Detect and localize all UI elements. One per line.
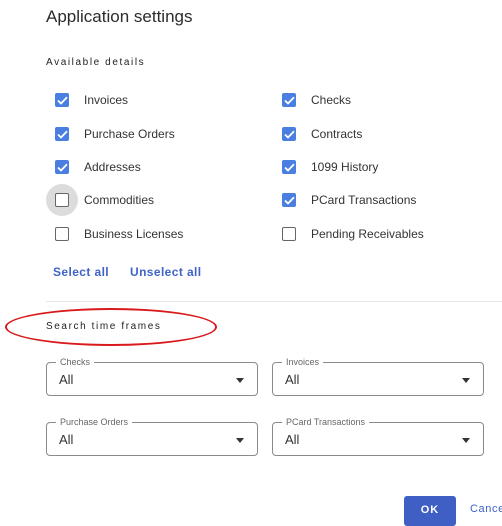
dropdown-arrow-icon xyxy=(236,438,244,443)
dropdown-arrow-icon xyxy=(462,438,470,443)
select-all-button[interactable]: Select all xyxy=(53,265,109,279)
checkbox-checked-icon[interactable] xyxy=(282,127,296,141)
checkbox-label: Addresses xyxy=(84,160,141,174)
checkbox-invoices[interactable]: Invoices xyxy=(55,90,128,110)
select-value: All xyxy=(59,432,74,447)
available-details-heading: Available details xyxy=(46,57,146,68)
select-value: All xyxy=(59,372,74,387)
select-value: All xyxy=(285,372,300,387)
checkbox-unchecked-icon[interactable] xyxy=(55,227,69,241)
select-label: Checks xyxy=(56,356,95,368)
invoices-timeframe-select[interactable]: Invoices All xyxy=(272,356,484,396)
checkbox-checked-icon[interactable] xyxy=(55,127,69,141)
checkbox-label: Contracts xyxy=(311,127,363,141)
checkbox-commodities[interactable]: Commodities xyxy=(55,190,154,210)
checkbox-unchecked-icon[interactable] xyxy=(55,193,69,207)
checks-timeframe-select[interactable]: Checks All xyxy=(46,356,258,396)
checkbox-label: Purchase Orders xyxy=(84,127,175,141)
checkbox-label: Pending Receivables xyxy=(311,227,424,241)
checkbox-label: PCard Transactions xyxy=(311,193,417,207)
section-divider xyxy=(46,301,502,302)
checkbox-label: Checks xyxy=(311,93,352,107)
checkbox-checked-icon[interactable] xyxy=(55,160,69,174)
checkbox-pcard-transactions[interactable]: PCard Transactions xyxy=(282,190,416,210)
checkbox-business-licenses[interactable]: Business Licenses xyxy=(55,224,183,244)
checkbox-pending-receivables[interactable]: Pending Receivables xyxy=(282,224,424,244)
dropdown-arrow-icon xyxy=(462,378,470,383)
checkbox-contracts[interactable]: Contracts xyxy=(282,124,362,144)
checkbox-label: 1099 History xyxy=(311,160,379,174)
select-value: All xyxy=(285,432,300,447)
purchase-orders-timeframe-select[interactable]: Purchase Orders All xyxy=(46,416,258,456)
checkbox-label: Invoices xyxy=(84,93,129,107)
checkbox-purchase-orders[interactable]: Purchase Orders xyxy=(55,124,175,144)
select-label: Purchase Orders xyxy=(56,416,133,428)
dropdown-arrow-icon xyxy=(236,378,244,383)
search-time-frames-heading: Search time frames xyxy=(46,321,162,332)
checkbox-unchecked-icon[interactable] xyxy=(282,227,296,241)
checkbox-label: Business Licenses xyxy=(84,227,184,241)
checkbox-checked-icon[interactable] xyxy=(282,193,296,207)
checkbox-checks[interactable]: Checks xyxy=(282,90,351,110)
checkbox-checked-icon[interactable] xyxy=(282,93,296,107)
cancel-button[interactable]: Cancel xyxy=(470,503,502,515)
checkbox-checked-icon[interactable] xyxy=(55,93,69,107)
select-label: Invoices xyxy=(282,356,324,368)
dialog-title: Application settings xyxy=(46,7,193,26)
select-label: PCard Transactions xyxy=(282,416,370,428)
checkbox-checked-icon[interactable] xyxy=(282,160,296,174)
checkbox-1099-history[interactable]: 1099 History xyxy=(282,157,378,177)
ok-button[interactable]: OK xyxy=(404,496,456,526)
checkbox-label: Commodities xyxy=(84,193,155,207)
checkbox-addresses[interactable]: Addresses xyxy=(55,157,141,177)
pcard-transactions-timeframe-select[interactable]: PCard Transactions All xyxy=(272,416,484,456)
unselect-all-button[interactable]: Unselect all xyxy=(130,265,202,279)
